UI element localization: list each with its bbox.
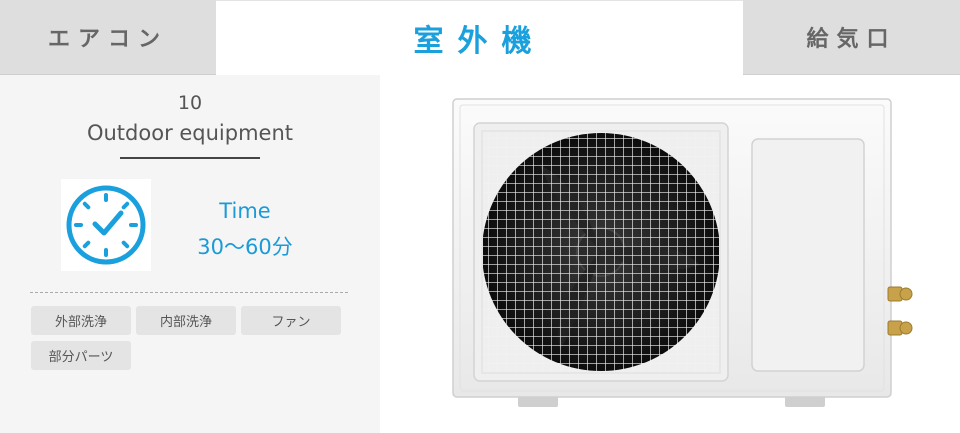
outdoor-unit-image (380, 75, 960, 433)
title-underline (120, 157, 260, 159)
time-label: Time (219, 199, 271, 223)
tab-aircon[interactable]: エアコン (0, 0, 216, 75)
divider (30, 292, 348, 293)
tag-parts[interactable]: 部分パーツ (31, 341, 131, 370)
tab-air-inlet[interactable]: 給気口 (743, 0, 960, 75)
step-number: 10 (177, 92, 203, 114)
tag-exterior-cleaning[interactable]: 外部洗浄 (31, 306, 131, 335)
time-value: 30〜60分 (197, 235, 293, 259)
tab-outdoor-unit[interactable]: 室外機 (216, 0, 743, 75)
tag-interior-cleaning[interactable]: 内部洗浄 (136, 306, 236, 335)
info-panel: 10 Outdoor equipment Time 30〜60分 外部洗浄 内部… (0, 75, 380, 433)
tag-fan[interactable]: ファン (241, 306, 341, 335)
tab-bar: エアコン 室外機 給気口 (0, 0, 960, 75)
clock-icon (61, 179, 151, 271)
step-title: Outdoor equipment (86, 121, 294, 145)
